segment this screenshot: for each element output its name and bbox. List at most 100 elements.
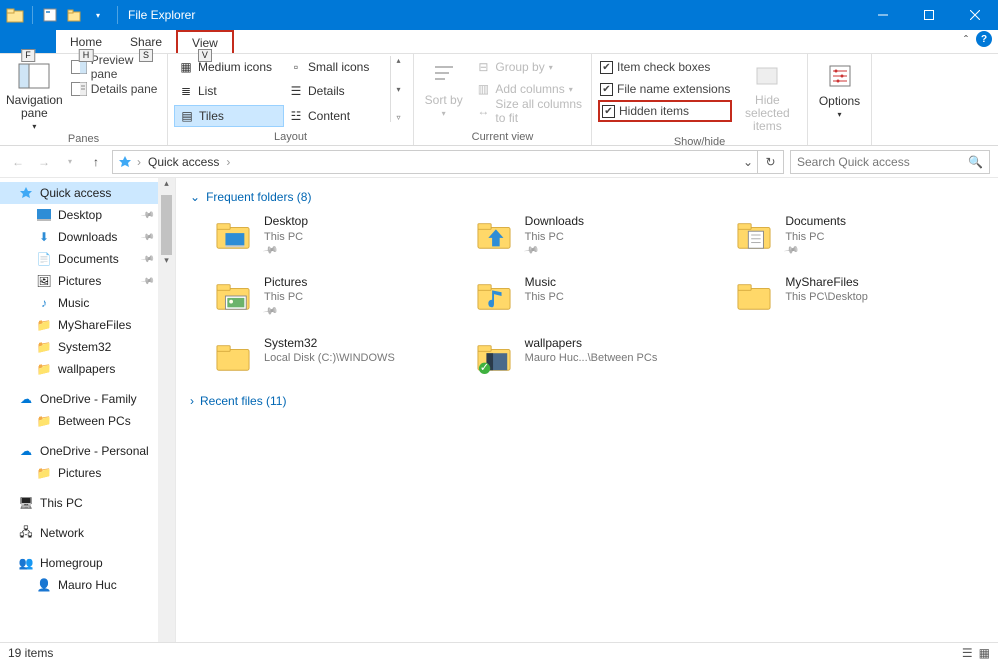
tree-od-pictures[interactable]: 📁Pictures [0, 462, 175, 484]
maximize-button[interactable] [906, 0, 952, 30]
ribbon-tabs: F HomeH ShareS ViewV ˆ ? [0, 30, 998, 54]
folder-icon [473, 214, 515, 256]
item-checkboxes-toggle[interactable]: ✔Item check boxes [598, 56, 732, 78]
size-columns-button[interactable]: ↔Size all columns to fit [473, 100, 585, 122]
folder-location: Mauro Huc...\Between PCs [525, 351, 658, 365]
tree-mysharefiles[interactable]: 📁MyShareFiles [0, 314, 175, 336]
tree-music[interactable]: ♪Music [0, 292, 175, 314]
tree-network[interactable]: 🖧Network [0, 522, 175, 544]
tab-file[interactable]: F [0, 30, 56, 53]
refresh-button[interactable]: ↻ [758, 150, 784, 174]
qat-newfolder-icon[interactable] [63, 4, 85, 26]
folder-item[interactable]: DesktopThis PC📌 [212, 214, 463, 257]
back-button[interactable]: ← [8, 155, 28, 169]
tree-homegroup[interactable]: 👥Homegroup [0, 552, 175, 574]
help-icon[interactable]: ? [976, 31, 992, 47]
tab-share[interactable]: ShareS [116, 30, 176, 53]
chevron-down-icon: ⌄ [190, 190, 200, 204]
pin-icon: 📌 [522, 241, 540, 259]
folder-item[interactable]: PicturesThis PC📌 [212, 275, 463, 318]
qat-dropdown-icon[interactable]: ▾ [87, 4, 109, 26]
search-box[interactable]: Search Quick access 🔍 [790, 150, 990, 174]
address-dropdown-icon[interactable]: ⌄ [743, 155, 753, 169]
svg-text:✓: ✓ [479, 362, 489, 374]
up-button[interactable]: ↑ [86, 155, 106, 169]
folder-name: System32 [264, 336, 395, 352]
group-showhide-label: Show/hide [598, 134, 801, 150]
folder-icon [733, 275, 775, 317]
layout-tiles[interactable]: ▤Tiles [174, 105, 284, 127]
chevron-right-icon: › [190, 394, 194, 408]
pin-icon: 📌 [261, 302, 279, 320]
search-icon: 🔍 [968, 155, 983, 169]
layout-small-icons[interactable]: ▫Small icons [284, 56, 384, 78]
tree-system32[interactable]: 📁System32 [0, 336, 175, 358]
folder-icon [473, 275, 515, 317]
file-extensions-toggle[interactable]: ✔File name extensions [598, 78, 732, 100]
layout-details[interactable]: ☰Details [284, 80, 384, 102]
folder-icon [212, 336, 254, 378]
navigation-tree[interactable]: Quick access Desktop ⬇Downloads 📄Documen… [0, 178, 176, 642]
details-view-icon[interactable]: ☰ [962, 646, 973, 660]
folder-name: Pictures [264, 275, 307, 291]
folder-item[interactable]: MyShareFilesThis PC\Desktop [733, 275, 984, 318]
tab-home[interactable]: HomeH [56, 30, 116, 53]
tree-quick-access[interactable]: Quick access [0, 182, 175, 204]
folder-location: This PC\Desktop [785, 290, 868, 304]
tree-documents[interactable]: 📄Documents [0, 248, 175, 270]
hidden-items-toggle[interactable]: ✔Hidden items [598, 100, 732, 122]
folder-item[interactable]: DownloadsThis PC📌 [473, 214, 724, 257]
ribbon-collapse-icon[interactable]: ˆ [964, 33, 968, 47]
tree-this-pc[interactable]: 🖥This PC [0, 492, 175, 514]
tree-onedrive-family[interactable]: ☁OneDrive - Family [0, 388, 175, 410]
folder-location: This PC [264, 290, 307, 304]
folder-location: This PC [264, 230, 308, 244]
folder-name: Documents [785, 214, 846, 230]
close-button[interactable] [952, 0, 998, 30]
folder-location: This PC [525, 230, 584, 244]
folder-name: MyShareFiles [785, 275, 868, 291]
window-title: File Explorer [128, 8, 195, 22]
folder-icon [212, 214, 254, 256]
status-bar: 19 items ☰ ▦ [0, 642, 998, 662]
layout-content[interactable]: ☳Content [284, 105, 384, 127]
tree-wallpapers[interactable]: 📁wallpapers [0, 358, 175, 380]
qat-properties-icon[interactable] [39, 4, 61, 26]
group-currentview-label: Current view [420, 129, 585, 145]
options-button[interactable]: Options ▾ [814, 56, 865, 119]
app-icon [4, 4, 26, 26]
tab-view[interactable]: ViewV [176, 30, 234, 53]
tree-pictures[interactable]: 🖼Pictures [0, 270, 175, 292]
layout-medium-icons[interactable]: ▦Medium icons [174, 56, 284, 78]
tree-between-pcs[interactable]: 📁Between PCs [0, 410, 175, 432]
navigation-pane-button[interactable]: Navigation pane ▾ [6, 56, 63, 131]
tree-desktop[interactable]: Desktop [0, 204, 175, 226]
status-text: 19 items [8, 646, 53, 660]
details-pane-button[interactable]: Details pane [69, 78, 161, 100]
breadcrumb-root[interactable]: Quick access [145, 155, 222, 169]
tree-mauro[interactable]: 👤Mauro Huc [0, 574, 175, 596]
address-bar[interactable]: › Quick access › ⌄ [112, 150, 758, 174]
folder-item[interactable]: ✓ wallpapersMauro Huc...\Between PCs [473, 336, 724, 378]
forward-button[interactable]: → [34, 155, 54, 169]
group-by-button[interactable]: ⊟Group by ▾ [473, 56, 585, 78]
recent-locations-button[interactable]: ▾ [60, 157, 80, 166]
tree-downloads[interactable]: ⬇Downloads [0, 226, 175, 248]
folder-icon [733, 214, 775, 256]
folder-name: wallpapers [525, 336, 658, 352]
tree-onedrive-personal[interactable]: ☁OneDrive - Personal [0, 440, 175, 462]
folder-location: This PC [525, 290, 564, 304]
folder-item[interactable]: DocumentsThis PC📌 [733, 214, 984, 257]
folder-item[interactable]: MusicThis PC [473, 275, 724, 318]
folder-icon: ✓ [473, 336, 515, 378]
recent-files-header[interactable]: › Recent files (11) [190, 394, 984, 408]
tree-scrollbar[interactable]: ▴▾ [158, 178, 175, 642]
hide-selected-button[interactable]: Hide selected items [738, 56, 796, 134]
layout-list[interactable]: ≣List [174, 80, 284, 102]
large-icons-view-icon[interactable]: ▦ [979, 646, 990, 660]
frequent-folders-header[interactable]: ⌄ Frequent folders (8) [190, 190, 984, 204]
folder-item[interactable]: System32Local Disk (C:)\WINDOWS [212, 336, 463, 378]
minimize-button[interactable] [860, 0, 906, 30]
sort-by-button[interactable]: Sort by ▾ [420, 56, 467, 118]
layout-scroll[interactable]: ▴▾▿ [390, 56, 406, 122]
